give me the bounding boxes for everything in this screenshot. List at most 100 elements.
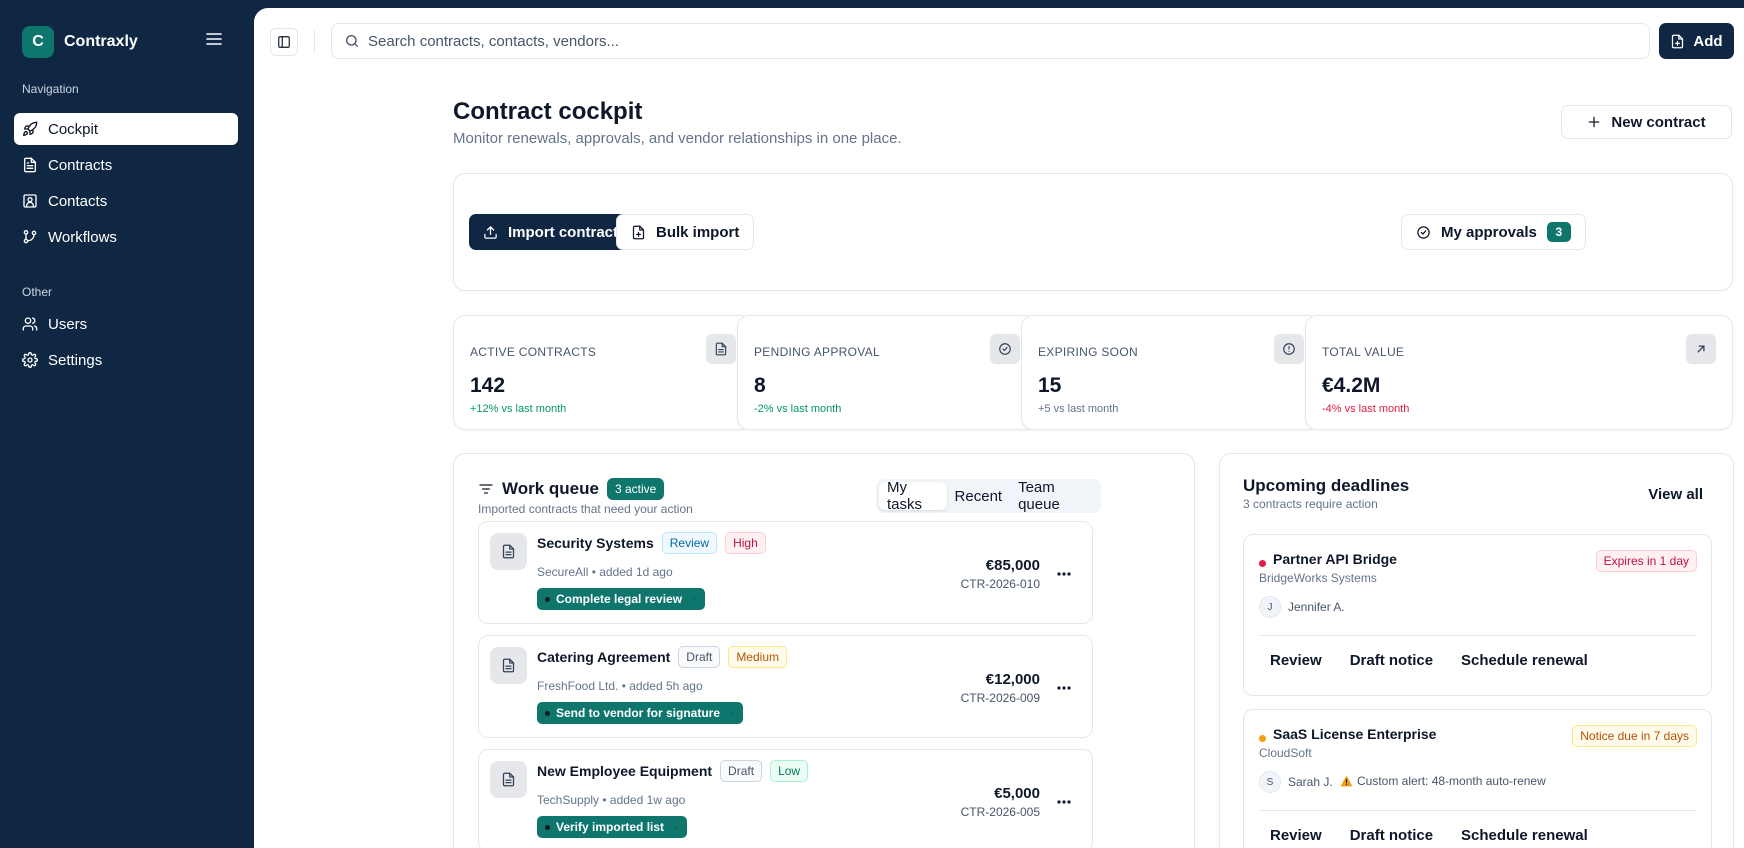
work-item[interactable]: New Employee Equipment Draft Low TechSup…: [478, 749, 1093, 848]
stat-delta: +5 vs last month: [1038, 403, 1119, 415]
panel-left-icon: [277, 35, 291, 49]
sidebar-item-contacts[interactable]: Contacts: [14, 185, 238, 217]
stat-label: PENDING APPROVAL: [754, 345, 880, 359]
users-icon: [22, 316, 38, 332]
more-options-icon[interactable]: [1054, 564, 1074, 584]
work-item-title-row: New Employee Equipment Draft Low: [537, 760, 816, 782]
sidebar-item-settings[interactable]: Settings: [14, 344, 238, 376]
dot-icon: [545, 596, 550, 602]
work-queue-header: Work queue 3 active: [478, 478, 665, 500]
deadline-badge: Expires in 1 day: [1595, 550, 1697, 572]
stat-card-pending-approval: PENDING APPROVAL 8 -2% vs last month: [737, 315, 1037, 430]
brand[interactable]: C Contraxly: [22, 26, 138, 58]
work-queue-subtitle: Imported contracts that need your action: [478, 502, 693, 516]
tab-recent[interactable]: Recent: [947, 482, 1011, 510]
next-action-label: Complete legal review: [556, 592, 683, 606]
search-input[interactable]: [368, 32, 1618, 50]
review-button[interactable]: Review: [1259, 818, 1333, 848]
schedule-renewal-button[interactable]: Schedule renewal: [1450, 643, 1599, 677]
sidebar-item-label: Users: [48, 315, 88, 333]
sidebar-toggle-button[interactable]: [270, 28, 298, 56]
stat-label: EXPIRING SOON: [1038, 345, 1138, 359]
brand-logo: C: [22, 26, 54, 58]
work-item-meta: FreshFood Ltd. • added 5h ago: [537, 679, 703, 693]
work-item-title: New Employee Equipment: [537, 763, 713, 779]
stat-value: 15: [1038, 374, 1062, 397]
upcoming-deadlines-card: Upcoming deadlines 3 contracts require a…: [1219, 453, 1734, 848]
tab-my-tasks[interactable]: My tasks: [879, 479, 947, 513]
topbar: Add: [254, 8, 1744, 76]
owner-name: Sarah J.: [1288, 775, 1333, 789]
work-queue-card: Work queue 3 active Imported contracts t…: [453, 453, 1195, 848]
new-contract-button[interactable]: New contract: [1561, 105, 1732, 139]
chevron-right-icon: ›: [692, 593, 696, 605]
work-item-title: Security Systems: [537, 535, 654, 551]
gear-icon: [22, 352, 38, 368]
stat-delta: -2% vs last month: [754, 403, 842, 415]
custom-alert-text: Custom alert: 48-month auto-renew: [1357, 774, 1546, 788]
next-action-chip[interactable]: Complete legal review ›: [537, 588, 706, 610]
deadline-vendor: CloudSoft: [1259, 746, 1312, 760]
work-item-code: CTR-2026-009: [960, 691, 1040, 705]
work-item-title-row: Catering Agreement Draft Medium: [537, 646, 795, 668]
file-text-icon: [22, 157, 38, 173]
dot-icon: [545, 710, 550, 716]
my-approvals-button[interactable]: My approvals 3: [1401, 214, 1586, 250]
more-options-icon[interactable]: [1054, 678, 1074, 698]
review-button[interactable]: Review: [1259, 643, 1333, 677]
document-icon: [490, 761, 527, 798]
filter-icon: [478, 481, 494, 497]
status-dot-icon: [1259, 735, 1266, 742]
add-button-label: Add: [1693, 32, 1723, 50]
next-action-chip[interactable]: Verify imported list ›: [537, 816, 688, 838]
menu-icon[interactable]: [205, 31, 223, 47]
warning-icon: [1340, 775, 1357, 787]
sidebar-item-contracts[interactable]: Contracts: [14, 149, 238, 181]
active-count-badge: 3 active: [606, 478, 665, 500]
draft-notice-button[interactable]: Draft notice: [1339, 818, 1444, 848]
tab-team-queue[interactable]: Team queue: [1010, 479, 1098, 513]
page-title: Contract cockpit: [453, 98, 643, 125]
search-box[interactable]: [331, 23, 1650, 59]
draft-notice-button[interactable]: Draft notice: [1339, 643, 1444, 677]
sidebar-item-label: Cockpit: [48, 120, 99, 138]
deadline-item[interactable]: SaaS License Enterprise CloudSoft Notice…: [1243, 709, 1712, 848]
more-options-icon[interactable]: [1054, 792, 1074, 812]
git-branch-icon: [22, 229, 38, 245]
sidebar-item-cockpit[interactable]: Cockpit: [14, 113, 238, 145]
bulk-import-button[interactable]: Bulk import: [616, 214, 755, 250]
work-item[interactable]: Catering Agreement Draft Medium FreshFoo…: [478, 635, 1093, 738]
divider: [1259, 635, 1696, 636]
schedule-renewal-button[interactable]: Schedule renewal: [1450, 818, 1599, 848]
view-all-link[interactable]: View all: [1648, 486, 1703, 503]
arrow-up-right-icon: [1686, 334, 1716, 364]
add-button[interactable]: Add: [1659, 23, 1734, 59]
check-circle-icon: [1416, 225, 1441, 240]
sidebar-item-users[interactable]: Users: [14, 308, 238, 340]
priority-badge: High: [725, 532, 766, 554]
stat-card-active-contracts: ACTIVE CONTRACTS 142 +12% vs last month: [453, 315, 753, 430]
sidebar-item-workflows[interactable]: Workflows: [14, 221, 238, 253]
status-badge: Draft: [720, 760, 763, 782]
import-contract-button[interactable]: Import contract: [469, 214, 633, 250]
status-dot-icon: [1259, 560, 1266, 567]
work-item-code: CTR-2026-010: [960, 577, 1040, 591]
alert-circle-icon: [1274, 334, 1304, 364]
work-item-meta: TechSupply • added 1w ago: [537, 793, 686, 807]
avatar: S: [1259, 771, 1281, 793]
custom-alert: Custom alert: 48-month auto-renew: [1340, 774, 1546, 788]
stat-value: €4.2M: [1322, 374, 1381, 397]
deadline-vendor: BridgeWorks Systems: [1259, 571, 1377, 585]
deadline-name: Partner API Bridge: [1273, 551, 1397, 567]
chevron-right-icon: ›: [674, 821, 678, 833]
file-plus-icon: [1670, 34, 1693, 49]
work-item-amount: €85,000: [985, 557, 1040, 574]
owner-name: Jennifer A.: [1288, 600, 1345, 614]
bulk-import-label: Bulk import: [656, 223, 740, 241]
stat-delta: -4% vs last month: [1322, 403, 1410, 415]
next-action-chip[interactable]: Send to vendor for signature ›: [537, 702, 744, 724]
file-plus-icon: [631, 225, 656, 240]
sidebar-item-label: Workflows: [48, 228, 117, 246]
work-item[interactable]: Security Systems Review High SecureAll •…: [478, 521, 1093, 624]
deadline-item[interactable]: Partner API Bridge BridgeWorks Systems E…: [1243, 534, 1712, 696]
